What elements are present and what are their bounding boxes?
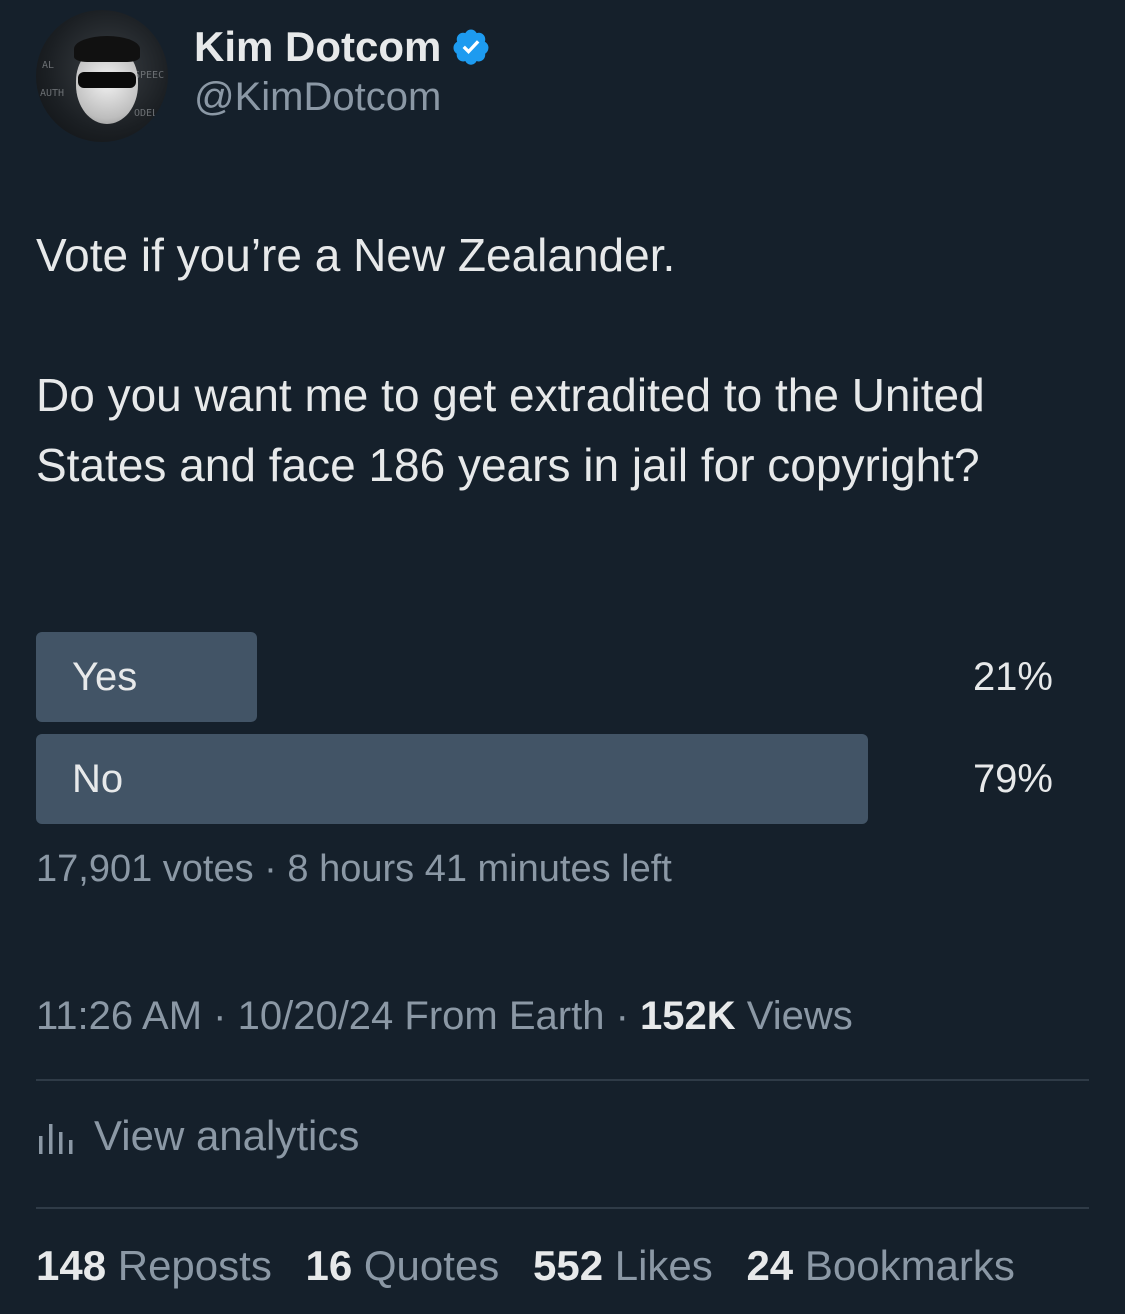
tweet-text-line-2: Do you want me to get extradited to the … xyxy=(36,369,985,491)
divider xyxy=(36,1207,1089,1209)
tweet-timestamp: 11:26 AM · 10/20/24 From Earth · 152K Vi… xyxy=(36,994,853,1039)
poll-option-yes: Yes 21% xyxy=(36,632,1053,722)
poll-meta: 17,901 votes · 8 hours 41 minutes left xyxy=(36,848,672,891)
poll: Yes 21% No 79% xyxy=(36,632,1053,836)
views-count: 152K xyxy=(640,994,736,1038)
timestamp-separator: · xyxy=(604,994,640,1038)
bar-chart-icon xyxy=(39,1124,73,1154)
likes-stat[interactable]: 552 Likes xyxy=(533,1242,713,1289)
engagement-stats: 148 Reposts 16 Quotes 552 Likes 24 Bookm… xyxy=(36,1242,1037,1290)
avatar[interactable]: AL AUTH SPEEC ODEL xyxy=(36,10,168,142)
tweet-time[interactable]: 11:26 AM xyxy=(36,994,202,1038)
author-names: Kim Dotcom @KimDotcom xyxy=(194,23,491,120)
poll-time-left: 8 hours 41 minutes left xyxy=(287,848,672,890)
reposts-stat[interactable]: 148 Reposts xyxy=(36,1242,272,1289)
poll-option-percent: 79% xyxy=(972,757,1053,801)
quotes-stat[interactable]: 16 Quotes xyxy=(306,1242,500,1289)
tweet-text-line-1: Vote if you’re a New Zealander. xyxy=(36,229,676,281)
poll-separator: · xyxy=(253,848,288,890)
divider xyxy=(36,1079,1089,1081)
view-analytics-label: View analytics xyxy=(94,1112,360,1159)
poll-vote-count: 17,901 votes xyxy=(36,848,254,890)
poll-option-percent: 21% xyxy=(972,655,1053,699)
poll-option-no: No 79% xyxy=(36,734,1053,824)
views-label: Views xyxy=(735,994,853,1038)
tweet-date[interactable]: 10/20/24 xyxy=(238,994,394,1038)
timestamp-separator: · xyxy=(202,994,238,1038)
tweet-source: From Earth xyxy=(393,994,605,1038)
poll-bar-yes xyxy=(36,632,257,722)
view-analytics-button[interactable]: View analytics xyxy=(36,1112,359,1160)
poll-bar-no xyxy=(36,734,868,824)
author-handle[interactable]: @KimDotcom xyxy=(194,75,491,120)
tweet-header: AL AUTH SPEEC ODEL Kim Dotcom @KimDotcom xyxy=(36,10,491,142)
bookmarks-stat[interactable]: 24 Bookmarks xyxy=(746,1242,1014,1289)
poll-option-label: Yes xyxy=(72,655,138,699)
verified-badge-icon xyxy=(453,29,489,65)
tweet-text: Vote if you’re a New Zealander. Do you w… xyxy=(36,220,1086,500)
poll-option-label: No xyxy=(72,757,124,801)
author-display-name[interactable]: Kim Dotcom xyxy=(194,23,441,71)
